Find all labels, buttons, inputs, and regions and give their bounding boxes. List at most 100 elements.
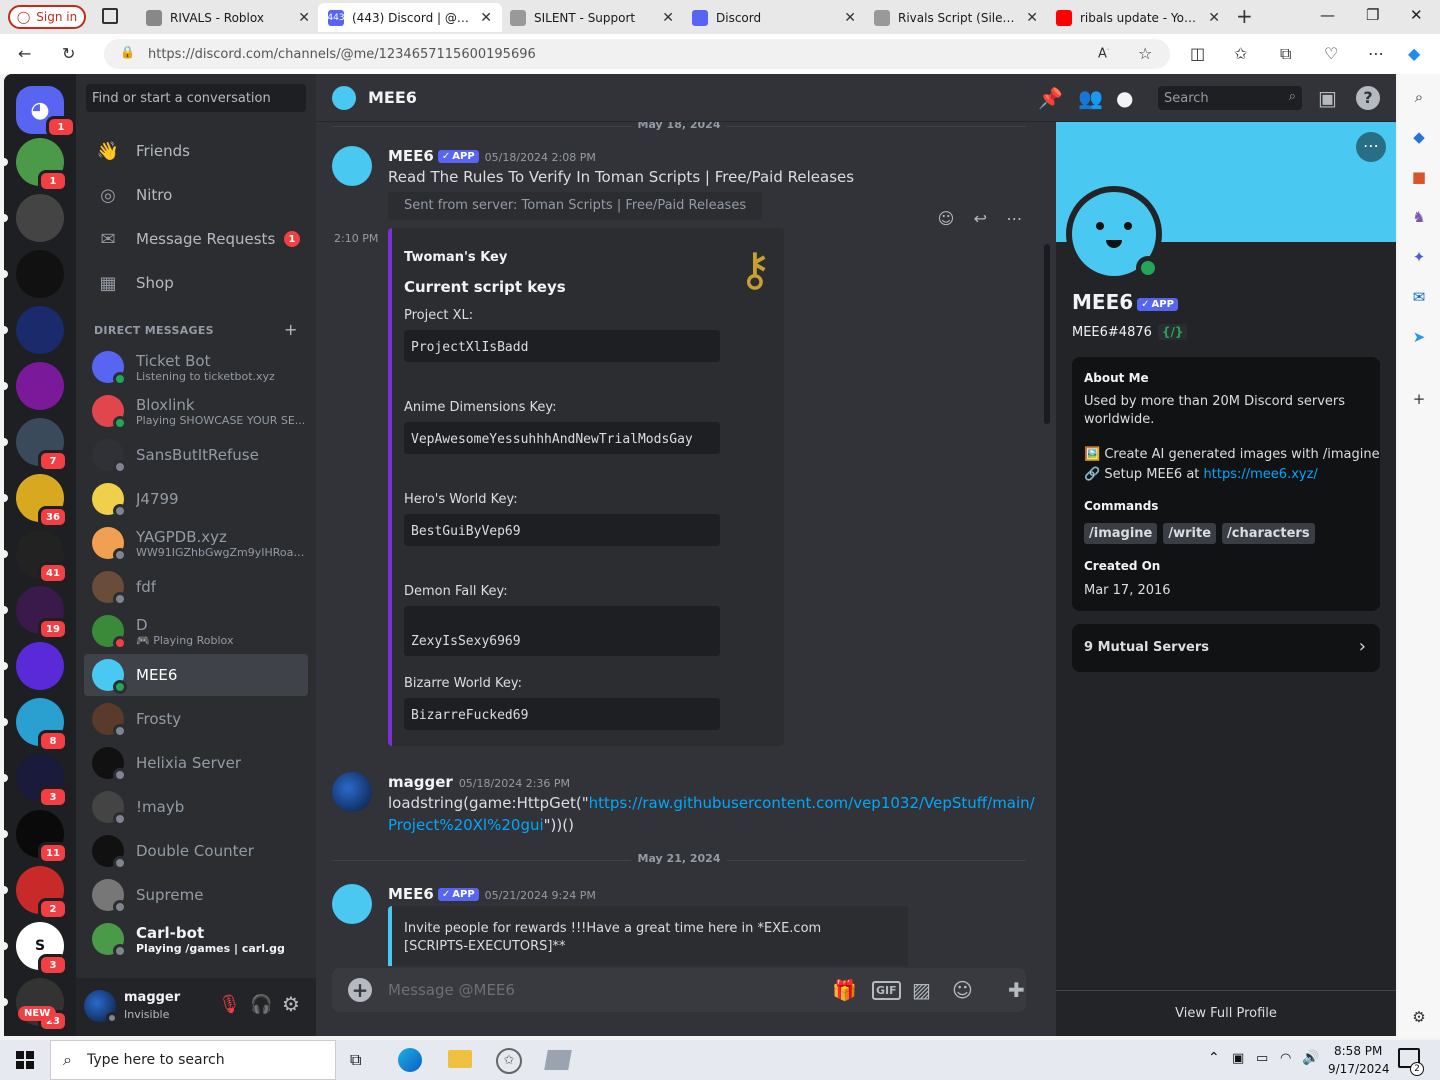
sticker-icon[interactable]: ▨ bbox=[912, 978, 931, 1002]
add-reaction-icon[interactable]: ☺ bbox=[938, 209, 955, 228]
author-name[interactable]: MEE6 bbox=[388, 147, 434, 165]
dm-item[interactable]: Double Counter bbox=[84, 830, 308, 872]
attach-plus-icon[interactable]: + bbox=[348, 978, 372, 1002]
dm-item[interactable]: Ticket Bot Listening to ticketbot.xyz bbox=[84, 346, 308, 388]
dm-item[interactable]: !mayb bbox=[84, 786, 308, 828]
author-name[interactable]: magger bbox=[388, 773, 453, 791]
server-icon[interactable] bbox=[16, 306, 64, 354]
reply-icon[interactable]: ↩ bbox=[974, 209, 987, 228]
games-icon[interactable]: ♞ bbox=[1409, 208, 1429, 228]
key-code-block[interactable]: VepAwesomeYessuhhhAndNewTrialModsGay bbox=[404, 422, 720, 454]
add-sidebar-icon[interactable]: + bbox=[1409, 390, 1429, 410]
tray-app-icon[interactable]: ▣ bbox=[1232, 1051, 1244, 1066]
tray-chevron-icon[interactable]: ⌃ bbox=[1208, 1050, 1220, 1066]
restore-icon[interactable]: ❐ bbox=[1366, 6, 1379, 24]
dm-item[interactable]: D 🎮 Playing Roblox bbox=[84, 610, 308, 652]
view-full-profile-button[interactable]: View Full Profile bbox=[1056, 1006, 1396, 1021]
nav-item-friends[interactable]: 👋 Friends bbox=[84, 130, 308, 172]
close-tab-icon[interactable]: ✕ bbox=[662, 10, 674, 26]
close-tab-icon[interactable]: ✕ bbox=[844, 10, 856, 26]
gif-icon[interactable]: GIF bbox=[872, 981, 901, 1000]
create-dm-icon[interactable]: + bbox=[284, 320, 297, 339]
battery-icon[interactable]: ▭ bbox=[1256, 1051, 1268, 1066]
command-tag[interactable]: /characters bbox=[1222, 523, 1315, 544]
back-icon[interactable]: ← bbox=[18, 44, 31, 63]
browser-tab[interactable]: Discord ✕ bbox=[682, 3, 866, 32]
browser-tab[interactable]: RIVALS - Roblox ✕ bbox=[136, 3, 320, 32]
collections-icon[interactable]: ⧉ bbox=[1280, 44, 1291, 64]
more-options-icon[interactable]: ⋯ bbox=[1006, 209, 1022, 228]
help-icon[interactable]: ? bbox=[1356, 86, 1380, 110]
github-link[interactable]: https://raw.githubusercontent.com/vep103… bbox=[589, 794, 1035, 812]
key-code-block[interactable]: ProjectXlIsBadd bbox=[404, 330, 720, 362]
nav-item-nitro[interactable]: ◎ Nitro bbox=[84, 174, 308, 216]
copilot-icon[interactable]: ◆ bbox=[1408, 44, 1420, 63]
favorites-icon[interactable]: ✩ bbox=[1234, 44, 1247, 63]
nav-item-message-requests[interactable]: ✉ Message Requests 1 bbox=[84, 218, 308, 260]
favorite-star-icon[interactable]: ☆ bbox=[1138, 44, 1152, 63]
avatar[interactable] bbox=[332, 146, 372, 186]
url-field[interactable]: 🔒 https://discord.com/channels/@me/12346… bbox=[104, 39, 1170, 69]
volume-icon[interactable]: 🔊 bbox=[1302, 1050, 1319, 1066]
server-icon[interactable] bbox=[16, 194, 64, 242]
close-tab-icon[interactable]: ✕ bbox=[1208, 10, 1220, 26]
file-explorer-icon[interactable] bbox=[448, 1050, 472, 1068]
search-icon[interactable]: ⌕ bbox=[1409, 88, 1429, 108]
start-icon[interactable] bbox=[16, 1051, 34, 1069]
more-menu-icon[interactable]: ⋯ bbox=[1368, 44, 1384, 63]
split-screen-icon[interactable]: ◫ bbox=[1190, 44, 1205, 63]
edge-taskbar-icon[interactable] bbox=[398, 1048, 422, 1072]
gift-icon[interactable]: 🎁 bbox=[832, 978, 857, 1002]
new-tab-button[interactable]: + bbox=[1236, 4, 1253, 28]
dm-item[interactable]: Carl-bot Playing /games | carl.gg bbox=[84, 918, 308, 960]
scrollbar[interactable] bbox=[1044, 244, 1050, 424]
close-tab-icon[interactable]: ✕ bbox=[298, 10, 310, 26]
avatar[interactable] bbox=[332, 772, 372, 812]
close-window-icon[interactable]: ✕ bbox=[1410, 6, 1423, 24]
emoji-icon[interactable]: ☺ bbox=[952, 978, 973, 1002]
command-tag[interactable]: /write bbox=[1163, 523, 1217, 544]
key-code-block[interactable]: ZexyIsSexy6969 bbox=[404, 606, 720, 656]
avatar[interactable] bbox=[332, 884, 372, 924]
server-icon[interactable] bbox=[16, 642, 64, 690]
dm-item[interactable]: Bloxlink Playing SHOWCASE YOUR SE... bbox=[84, 390, 308, 432]
github-link-cont[interactable]: Project%20Xl%20gui bbox=[388, 816, 544, 834]
telegram-icon[interactable]: ➤ bbox=[1409, 328, 1429, 348]
copilot-sidebar-icon[interactable]: ✦ bbox=[1409, 248, 1429, 268]
key-code-block[interactable]: BizarreFucked69 bbox=[404, 698, 720, 730]
dm-item[interactable]: Supreme bbox=[84, 874, 308, 916]
roblox-taskbar-icon[interactable]: ✩ bbox=[496, 1048, 522, 1074]
server-icon[interactable] bbox=[16, 362, 64, 410]
pin-icon[interactable]: 📌 bbox=[1038, 86, 1063, 110]
read-aloud-icon[interactable]: Aᐧ bbox=[1098, 45, 1109, 61]
search-input[interactable]: Search ⌕ bbox=[1158, 86, 1302, 110]
minimize-icon[interactable]: — bbox=[1320, 6, 1335, 24]
clock-date[interactable]: 9/17/2024 bbox=[1328, 1062, 1390, 1076]
browser-tab[interactable]: ribals update - YouTub ✕ bbox=[1046, 3, 1230, 32]
clock-time[interactable]: 8:58 PM bbox=[1334, 1044, 1382, 1058]
key-code-block[interactable]: BestGuiByVep69 bbox=[404, 514, 720, 546]
mee6-link[interactable]: https://mee6.xyz/ bbox=[1204, 467, 1318, 482]
wifi-icon[interactable]: ◠ bbox=[1280, 1051, 1291, 1066]
tools-icon[interactable]: ■ bbox=[1409, 168, 1429, 188]
add-friends-icon[interactable]: 👥 bbox=[1078, 86, 1103, 110]
nav-item-shop[interactable]: ▦ Shop bbox=[84, 262, 308, 304]
user-profile-toggle-icon[interactable]: ● bbox=[1116, 86, 1133, 110]
server-icon[interactable] bbox=[16, 250, 64, 298]
taskbar-search-input[interactable]: ⌕ Type here to search bbox=[50, 1040, 336, 1080]
user-name[interactable]: magger bbox=[124, 990, 180, 1005]
tab-actions-icon[interactable] bbox=[102, 8, 118, 24]
dm-item[interactable]: Helixia Server bbox=[84, 742, 308, 784]
user-settings-icon[interactable]: ⚙ bbox=[282, 992, 300, 1016]
dm-item[interactable]: fdf bbox=[84, 566, 308, 608]
browser-essentials-icon[interactable]: ♡ bbox=[1324, 44, 1338, 63]
refresh-icon[interactable]: ↻ bbox=[62, 44, 75, 63]
close-tab-icon[interactable]: ✕ bbox=[480, 10, 492, 26]
inbox-icon[interactable]: ▣ bbox=[1318, 86, 1337, 110]
find-conversation-input[interactable]: Find or start a conversation bbox=[86, 84, 306, 112]
author-name[interactable]: MEE6 bbox=[388, 885, 434, 903]
dm-item[interactable]: Frosty bbox=[84, 698, 308, 740]
message-input[interactable]: Message @MEE6 bbox=[388, 981, 515, 999]
command-tag[interactable]: /imagine bbox=[1084, 523, 1158, 544]
mute-mic-icon[interactable]: 🎙 bbox=[218, 994, 241, 1015]
